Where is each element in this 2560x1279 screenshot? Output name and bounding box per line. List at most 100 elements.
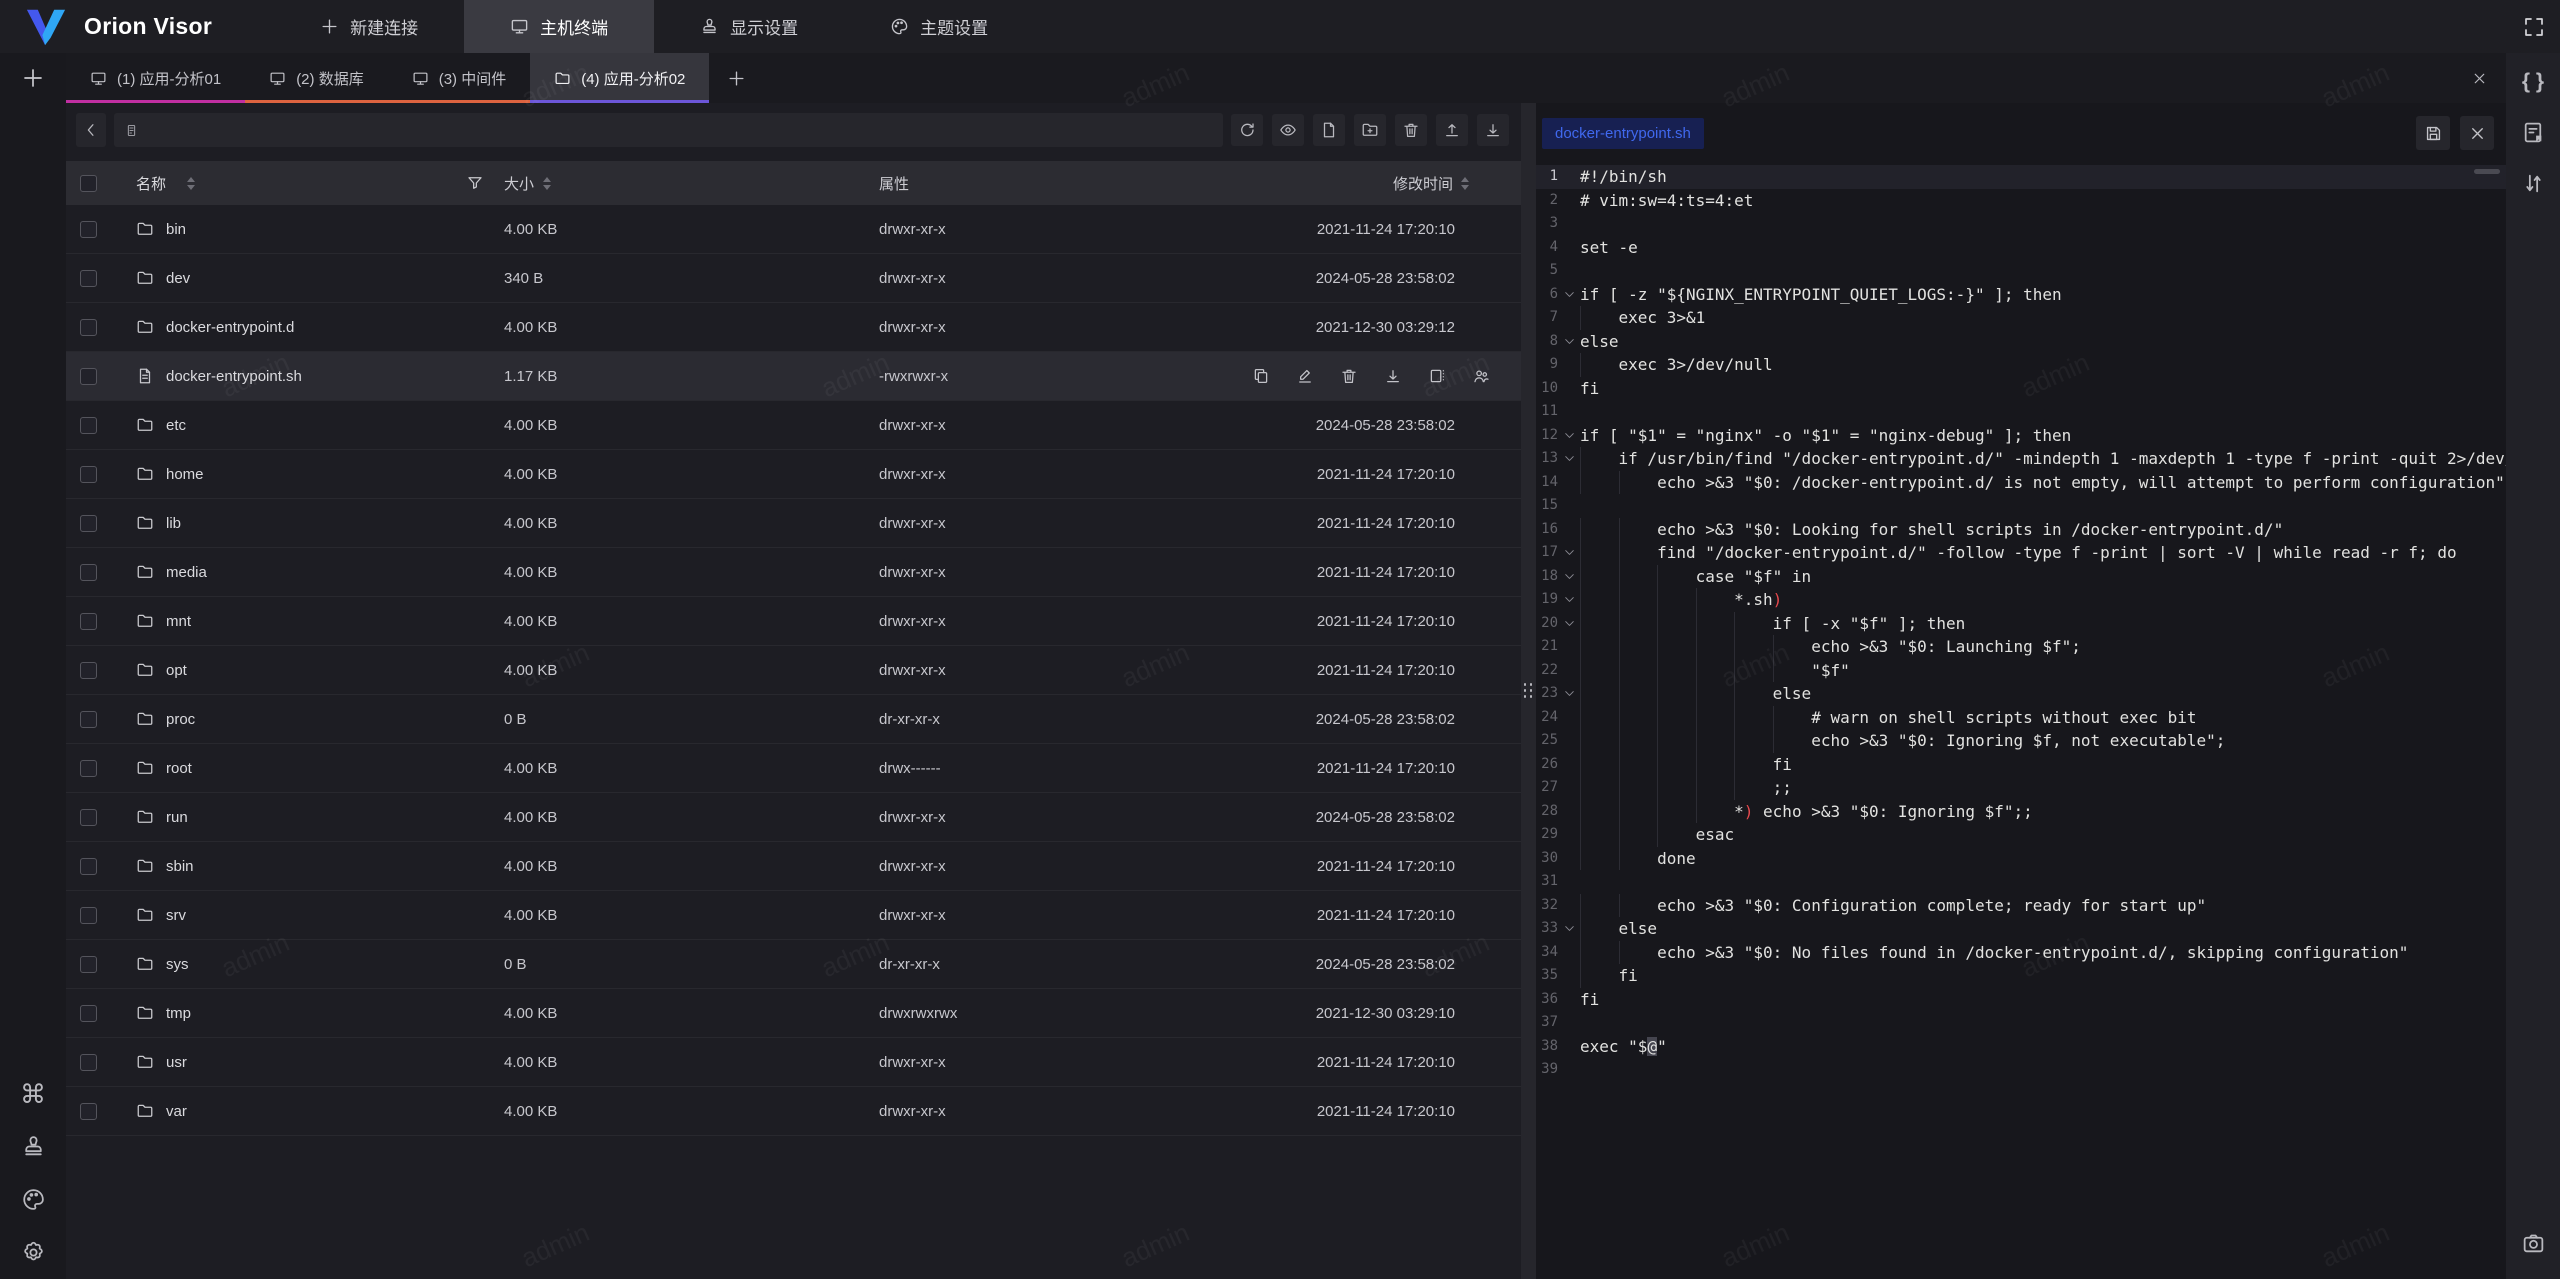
fold-chevron-icon[interactable] xyxy=(1558,541,1580,565)
file-name[interactable]: opt xyxy=(166,662,187,679)
code-line[interactable]: 32echo >&3 "$0: Configuration complete; … xyxy=(1536,894,2506,918)
terminal-tab[interactable]: (1) 应用-分析01 xyxy=(66,53,245,103)
row-checkbox[interactable] xyxy=(80,270,97,287)
column-header-time[interactable]: 修改时间 xyxy=(1393,173,1453,194)
code-line[interactable]: 4set -e xyxy=(1536,236,2506,260)
code-line[interactable]: 13if /usr/bin/find "/docker-entrypoint.d… xyxy=(1536,447,2506,471)
file-name[interactable]: docker-entrypoint.d xyxy=(166,319,294,336)
table-row[interactable]: sbin4.00 KBdrwxr-xr-x2021-11-24 17:20:10 xyxy=(66,842,1521,891)
code-line[interactable]: 31 xyxy=(1536,870,2506,894)
table-row[interactable]: bin4.00 KBdrwxr-xr-x2021-11-24 17:20:10 xyxy=(66,205,1521,254)
sidebar-display-settings-icon[interactable] xyxy=(21,1134,46,1159)
sort-carets-icon[interactable] xyxy=(187,177,195,190)
code-line[interactable]: 7exec 3>&1 xyxy=(1536,306,2506,330)
code-line[interactable]: 28*) echo >&3 "$0: Ignoring $f";; xyxy=(1536,800,2506,824)
row-checkbox[interactable] xyxy=(80,466,97,483)
sidebar-shortcut-keys-icon[interactable]: ⌘ xyxy=(21,1081,46,1106)
code-line[interactable]: 9exec 3>/dev/null xyxy=(1536,353,2506,377)
close-panel-icon[interactable] xyxy=(2471,70,2488,87)
row-checkbox[interactable] xyxy=(80,417,97,434)
nav-item[interactable]: 主机终端 xyxy=(464,0,654,53)
table-row[interactable]: opt4.00 KBdrwxr-xr-x2021-11-24 17:20:10 xyxy=(66,646,1521,695)
code-line[interactable]: 21echo >&3 "$0: Launching $f"; xyxy=(1536,635,2506,659)
code-line[interactable]: 36fi xyxy=(1536,988,2506,1012)
file-name[interactable]: etc xyxy=(166,417,186,434)
fold-chevron-icon[interactable] xyxy=(1558,682,1580,706)
file-name[interactable]: home xyxy=(166,466,204,483)
code-line[interactable]: 33else xyxy=(1536,917,2506,941)
code-line[interactable]: 39 xyxy=(1536,1058,2506,1082)
file-chip[interactable]: docker-entrypoint.sh xyxy=(1542,118,1704,149)
code-area[interactable]: 1#!/bin/sh2# vim:sw=4:ts=4:et3 4set -e5 … xyxy=(1536,163,2506,1277)
new-file-button[interactable] xyxy=(1313,114,1345,146)
file-name[interactable]: root xyxy=(166,760,192,777)
table-row[interactable]: lib4.00 KBdrwxr-xr-x2021-11-24 17:20:10 xyxy=(66,499,1521,548)
table-row[interactable]: run4.00 KBdrwxr-xr-x2024-05-28 23:58:02 xyxy=(66,793,1521,842)
row-checkbox[interactable] xyxy=(80,858,97,875)
select-all-checkbox[interactable] xyxy=(80,175,97,192)
code-line[interactable]: 16echo >&3 "$0: Looking for shell script… xyxy=(1536,518,2506,542)
row-checkbox[interactable] xyxy=(80,956,97,973)
code-line[interactable]: 15 xyxy=(1536,494,2506,518)
delete-button[interactable] xyxy=(1395,114,1427,146)
sort-carets-icon[interactable] xyxy=(543,177,551,190)
code-line[interactable]: 11 xyxy=(1536,400,2506,424)
row-checkbox[interactable] xyxy=(80,564,97,581)
fold-chevron-icon[interactable] xyxy=(1558,283,1580,307)
code-line[interactable]: 34echo >&3 "$0: No files found in /docke… xyxy=(1536,941,2506,965)
row-checkbox[interactable] xyxy=(80,1054,97,1071)
panel-splitter[interactable] xyxy=(1521,103,1536,1279)
row-checkbox[interactable] xyxy=(80,1005,97,1022)
table-row[interactable]: docker-entrypoint.sh1.17 KB-rwxrwxr-x xyxy=(66,352,1521,401)
fold-chevron-icon[interactable] xyxy=(1558,917,1580,941)
code-line[interactable]: 1#!/bin/sh xyxy=(1536,165,2506,189)
terminal-tab[interactable]: (4) 应用-分析02 xyxy=(530,53,709,103)
code-line[interactable]: 19*.sh) xyxy=(1536,588,2506,612)
show-hidden-button[interactable] xyxy=(1272,114,1304,146)
nav-item[interactable]: 主题设置 xyxy=(844,0,1034,53)
save-file-button[interactable] xyxy=(2416,116,2450,150)
row-checkbox[interactable] xyxy=(80,221,97,238)
file-name[interactable]: sbin xyxy=(166,858,194,875)
table-row[interactable]: media4.00 KBdrwxr-xr-x2021-11-24 17:20:1… xyxy=(66,548,1521,597)
code-line[interactable]: 38exec "$@" xyxy=(1536,1035,2506,1059)
file-name[interactable]: mnt xyxy=(166,613,191,630)
close-editor-button[interactable] xyxy=(2460,116,2494,150)
file-name[interactable]: proc xyxy=(166,711,195,728)
table-row[interactable]: sys0 Bdr-xr-xr-x2024-05-28 23:58:02 xyxy=(66,940,1521,989)
code-line[interactable]: 24# warn on shell scripts without exec b… xyxy=(1536,706,2506,730)
row-checkbox[interactable] xyxy=(80,613,97,630)
terminal-tab[interactable]: (3) 中间件 xyxy=(388,53,531,103)
strip-sort-lines-icon[interactable] xyxy=(2521,171,2546,196)
strip-screenshot-icon[interactable] xyxy=(2521,1231,2546,1256)
table-row[interactable]: var4.00 KBdrwxr-xr-x2021-11-24 17:20:10 xyxy=(66,1087,1521,1136)
strip-format-code-icon[interactable]: { } xyxy=(2521,69,2546,94)
delete-file-icon[interactable] xyxy=(1340,367,1358,385)
row-checkbox[interactable] xyxy=(80,760,97,777)
code-line[interactable]: 18case "$f" in xyxy=(1536,565,2506,589)
download-button[interactable] xyxy=(1477,114,1509,146)
fold-chevron-icon[interactable] xyxy=(1558,330,1580,354)
code-line[interactable]: 17find "/docker-entrypoint.d/" -follow -… xyxy=(1536,541,2506,565)
table-row[interactable]: root4.00 KBdrwx------2021-11-24 17:20:10 xyxy=(66,744,1521,793)
refresh-button[interactable] xyxy=(1231,114,1263,146)
table-row[interactable]: home4.00 KBdrwxr-xr-x2021-11-24 17:20:10 xyxy=(66,450,1521,499)
fullscreen-icon[interactable] xyxy=(2522,15,2546,39)
copy-path-icon[interactable] xyxy=(1252,367,1270,385)
code-line[interactable]: 37 xyxy=(1536,1011,2506,1035)
move-file-icon[interactable] xyxy=(1428,367,1446,385)
row-checkbox[interactable] xyxy=(80,809,97,826)
back-button[interactable] xyxy=(76,113,106,147)
code-line[interactable]: 2# vim:sw=4:ts=4:et xyxy=(1536,189,2506,213)
file-name[interactable]: sys xyxy=(166,956,189,973)
fold-chevron-icon[interactable] xyxy=(1558,424,1580,448)
code-line[interactable]: 8else xyxy=(1536,330,2506,354)
code-line[interactable]: 20if [ -x "$f" ]; then xyxy=(1536,612,2506,636)
download-file-icon[interactable] xyxy=(1384,367,1402,385)
fold-chevron-icon[interactable] xyxy=(1558,447,1580,471)
sort-carets-icon[interactable] xyxy=(1461,177,1469,190)
code-line[interactable]: 6if [ -z "${NGINX_ENTRYPOINT_QUIET_LOGS:… xyxy=(1536,283,2506,307)
code-line[interactable]: 14echo >&3 "$0: /docker-entrypoint.d/ is… xyxy=(1536,471,2506,495)
table-row[interactable]: srv4.00 KBdrwxr-xr-x2021-11-24 17:20:10 xyxy=(66,891,1521,940)
table-row[interactable]: proc0 Bdr-xr-xr-x2024-05-28 23:58:02 xyxy=(66,695,1521,744)
